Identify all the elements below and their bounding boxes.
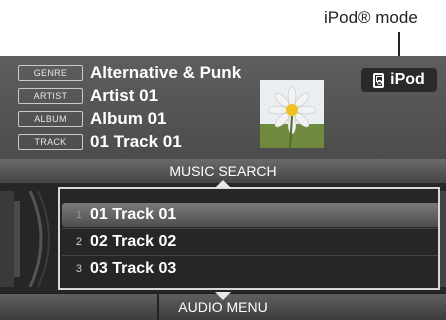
callout-line: [398, 32, 400, 56]
album-art-image: [260, 80, 324, 148]
album-row: ALBUM Album 01: [18, 109, 167, 128]
genre-tag: GENRE: [18, 65, 83, 81]
track-value: 01 Track 01: [90, 132, 182, 151]
callout-line-list: [157, 292, 159, 320]
track-row-meta: TRACK 01 Track 01: [18, 132, 182, 151]
artist-value: Artist 01: [90, 86, 159, 105]
music-search-label: MUSIC SEARCH: [169, 163, 277, 179]
genre-value: Alternative & Punk: [90, 63, 242, 82]
track-tag: TRACK: [18, 134, 83, 150]
album-value: Album 01: [90, 109, 167, 128]
callout-label: iPod® mode: [324, 8, 418, 27]
ipod-mode-badge: iPod: [361, 68, 437, 92]
genre-row: GENRE Alternative & Punk: [18, 63, 242, 82]
scroll-dial-decoration: [0, 191, 50, 287]
audio-screen: GENRE Alternative & Punk ARTIST Artist 0…: [0, 56, 446, 320]
scroll-down-arrow-icon[interactable]: [215, 292, 231, 300]
ipod-badge-label: iPod: [390, 71, 425, 88]
track-list-highlight-frame: [58, 187, 440, 290]
artist-row: ARTIST Artist 01: [18, 86, 159, 105]
scrollbar[interactable]: [440, 191, 446, 287]
album-tag: ALBUM: [18, 111, 83, 127]
artist-tag: ARTIST: [18, 88, 83, 104]
audio-menu-label: AUDIO MENU: [178, 299, 268, 315]
ipod-icon: [373, 72, 385, 88]
scroll-up-arrow-icon[interactable]: [215, 180, 231, 188]
now-playing-panel: GENRE Alternative & Punk ARTIST Artist 0…: [0, 56, 446, 159]
